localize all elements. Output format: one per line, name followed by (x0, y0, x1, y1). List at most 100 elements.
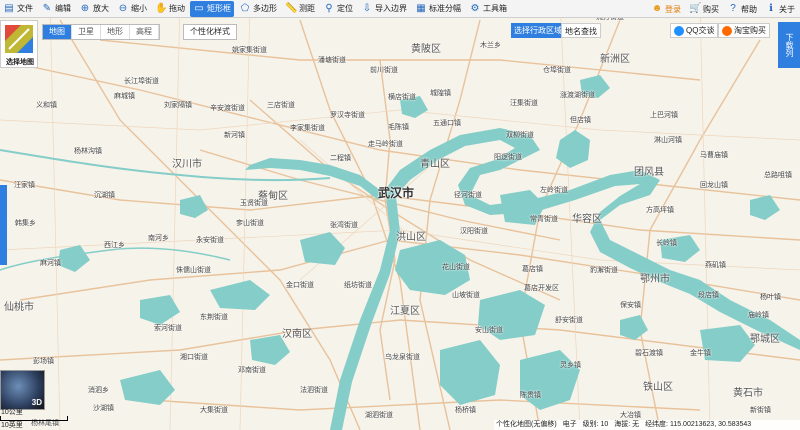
polygon-icon: ⬠ (240, 2, 250, 14)
town-label: 城隍镇 (430, 90, 451, 97)
standard-grid-button[interactable]: ▦ 标准分幅 (412, 1, 464, 17)
district-label: 仙桃市 (4, 302, 34, 313)
tab-satellite[interactable]: 卫星 (72, 25, 101, 39)
town-label: 新河镇 (224, 132, 245, 139)
town-label: 乌龙泉街道 (385, 354, 420, 361)
town-label: 彭场镇 (33, 358, 54, 365)
location-pin-icon: ⚲ (325, 2, 333, 14)
download-list-tab[interactable]: 下载列 (778, 22, 800, 68)
zoom-out-icon: ⊖ (118, 2, 128, 14)
custom-style-button[interactable]: 个性化样式 (183, 24, 237, 40)
town-label: 前川街道 (370, 67, 398, 74)
town-label: 邓南街道 (238, 367, 266, 374)
town-label: 湖泗街道 (365, 412, 393, 419)
file-button[interactable]: ▤ 文件 (0, 1, 36, 17)
town-label: 阳逻街道 (494, 154, 522, 161)
place-search-button[interactable]: 地名查找 (561, 23, 601, 38)
map-canvas[interactable] (0, 0, 800, 430)
town-label: 安山街道 (475, 327, 503, 334)
town-label: 金牛镇 (690, 350, 711, 357)
info-icon: ℹ (769, 3, 773, 14)
choose-map-button[interactable]: 选择地图 (0, 20, 38, 68)
login-button[interactable]: ☻ 登录 (648, 1, 684, 17)
rectangle-select-button[interactable]: ▭ 矩形框 (190, 0, 234, 17)
town-label: 西江乡 (104, 242, 125, 249)
town-label: 义和镇 (36, 102, 57, 109)
town-label: 辛安渡街道 (210, 105, 245, 112)
town-label: 陈贵镇 (520, 392, 541, 399)
tab-elevation[interactable]: 高程 (130, 25, 159, 39)
town-label: 姚家集街道 (232, 47, 267, 54)
edit-button[interactable]: ✎ 编辑 (38, 1, 74, 17)
town-label: 花山街道 (442, 264, 470, 271)
town-label: 仓埠街道 (543, 67, 571, 74)
town-label: 刘家隔镇 (164, 102, 192, 109)
zoom-out-button[interactable]: ⊖ 缩小 (114, 1, 150, 17)
tab-terrain[interactable]: 地形 (101, 25, 130, 39)
town-label: 淋山河镇 (654, 137, 682, 144)
town-label: 李家集街道 (290, 125, 325, 132)
side-panel-toggle[interactable] (0, 185, 7, 265)
district-label: 汉南区 (282, 329, 312, 340)
town-label: 麻城镇 (114, 93, 135, 100)
tab-map[interactable]: 地图 (43, 25, 72, 39)
measure-distance-button[interactable]: 📏 测距 (282, 1, 318, 17)
import-boundary-icon: ⇩ (362, 2, 372, 14)
locate-button[interactable]: ⚲ 定位 (320, 1, 356, 17)
about-button[interactable]: ℹ 关于 (762, 1, 798, 17)
town-label: 汉阳街道 (460, 228, 488, 235)
zoom-in-button[interactable]: ⊕ 放大 (76, 1, 112, 17)
select-region-button[interactable]: 选择行政区域 (511, 23, 565, 38)
town-label: 走马岭街道 (368, 141, 403, 148)
town-label: 潘塘街道 (318, 57, 346, 64)
town-label: 纸坊街道 (344, 282, 372, 289)
town-label: 山坡街道 (452, 292, 480, 299)
globe-thumbnail[interactable]: 3D (0, 370, 45, 410)
toolbox-button[interactable]: ⚙ 工具箱 (466, 1, 510, 17)
town-label: 侏儒山街道 (176, 267, 211, 274)
polygon-button[interactable]: ⬠ 多边形 (236, 1, 280, 17)
user-icon: ☻ (651, 3, 663, 14)
help-button[interactable]: ? 帮助 (724, 1, 760, 17)
status-level: 级别: 10 (582, 421, 609, 428)
town-label: 回龙山镇 (700, 182, 728, 189)
town-label: 左岭街道 (540, 187, 568, 194)
import-boundary-button[interactable]: ⇩ 导入边界 (358, 1, 410, 17)
town-label: 横店街道 (388, 94, 416, 101)
grid-icon: ▦ (416, 2, 426, 14)
town-label: 沉湖镇 (94, 192, 115, 199)
taobao-buy-button[interactable]: 淘宝购买 (718, 23, 770, 38)
district-label: 洪山区 (396, 232, 426, 243)
status-altitude: 海拔: 无 (614, 421, 640, 428)
town-label: 灵乡镇 (560, 362, 581, 369)
choose-map-label: 选择地图 (6, 59, 34, 66)
district-label: 黄石市 (733, 388, 763, 399)
district-label: 青山区 (420, 159, 450, 170)
qq-chat-button[interactable]: QQ交谈 (670, 23, 719, 38)
town-label: 庙岭镇 (748, 312, 769, 319)
pan-button[interactable]: ✋ 拖动 (152, 1, 188, 17)
town-label: 新街镇 (750, 407, 771, 414)
town-label: 毛陈镇 (388, 124, 409, 131)
town-label: 玉贤街道 (240, 200, 268, 207)
town-label: 法泗街道 (300, 387, 328, 394)
town-label: 张湾街道 (330, 222, 358, 229)
town-label: 金口街道 (286, 282, 314, 289)
cart-icon: 🛒 (689, 3, 702, 14)
scale-bar: 10公里 10英里 (0, 406, 80, 430)
town-label: 舒安街道 (555, 317, 583, 324)
status-map-name: 个性化地图(无偏移) (496, 421, 557, 428)
district-label: 新洲区 (600, 54, 630, 65)
rectangle-select-icon: ▭ (194, 2, 204, 14)
town-label: 罗汉寺街道 (330, 112, 365, 119)
town-label: 葛店开发区 (524, 285, 559, 292)
town-label: 径河街道 (454, 192, 482, 199)
town-label: 方高坪镇 (646, 207, 674, 214)
town-label: 段店镇 (698, 292, 719, 299)
buy-button[interactable]: 🛒 购买 (686, 1, 722, 17)
toolbar-right: ☻ 登录 🛒 购买 ? 帮助 ℹ 关于 (648, 0, 800, 18)
town-label: 东荆街道 (200, 314, 228, 321)
status-bar: 个性化地图(无偏移) 电子 级别: 10 海拔: 无 经纬度: 115.0021… (494, 420, 800, 430)
town-label: 消泗乡 (88, 387, 109, 394)
district-label: 黄陂区 (411, 44, 441, 55)
